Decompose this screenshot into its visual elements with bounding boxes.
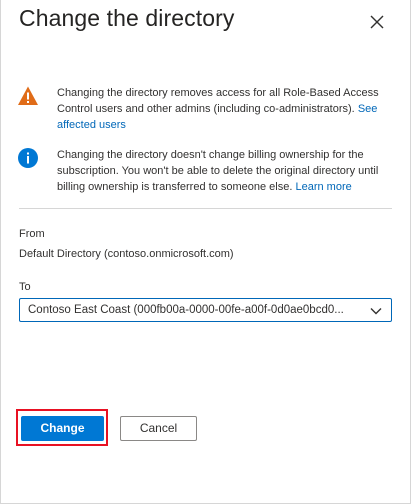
panel-title: Change the directory bbox=[19, 5, 235, 31]
cancel-button[interactable]: Cancel bbox=[120, 416, 197, 441]
close-button[interactable] bbox=[365, 10, 389, 34]
info-message: Changing the directory doesn't change bi… bbox=[57, 147, 393, 195]
chevron-down-icon bbox=[370, 308, 382, 315]
warning-text: Changing the directory removes access fo… bbox=[57, 87, 379, 115]
info-icon bbox=[18, 148, 38, 168]
from-label: From bbox=[19, 228, 45, 240]
to-directory-dropdown[interactable]: Contoso East Coast (000fb00a-0000-00fe-a… bbox=[19, 298, 392, 322]
section-divider bbox=[19, 208, 392, 209]
to-directory-selected-value: Contoso East Coast (000fb00a-0000-00fe-a… bbox=[28, 304, 344, 316]
close-icon bbox=[370, 15, 384, 29]
change-button[interactable]: Change bbox=[21, 416, 104, 441]
to-label: To bbox=[19, 281, 31, 293]
learn-more-link[interactable]: Learn more bbox=[295, 181, 351, 193]
warning-message: Changing the directory removes access fo… bbox=[57, 85, 393, 133]
from-value: Default Directory (contoso.onmicrosoft.c… bbox=[19, 248, 234, 260]
change-directory-panel: Change the directory Changing the direct… bbox=[0, 0, 411, 504]
warning-icon bbox=[18, 86, 38, 105]
